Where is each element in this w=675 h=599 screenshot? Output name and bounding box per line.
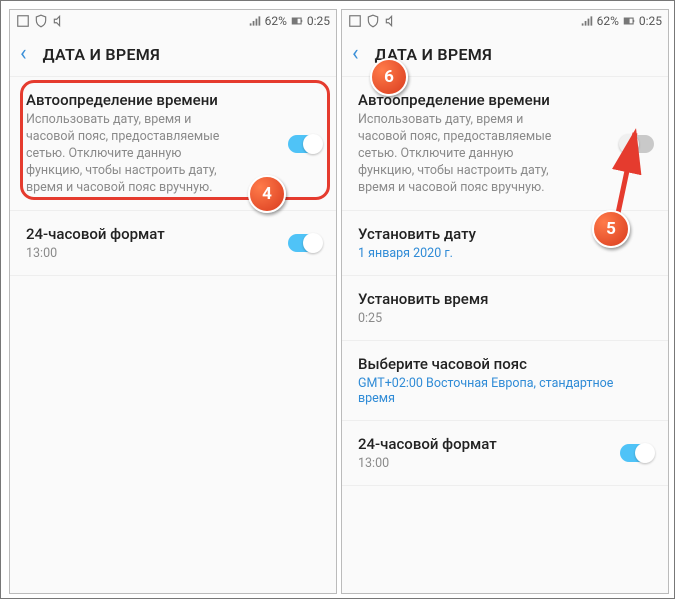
row-auto-time[interactable]: Автоопределение времени Использовать дат… [342, 77, 668, 211]
auto-time-title: Автоопределение времени [26, 91, 320, 109]
fmt24-value: 13:00 [358, 456, 652, 471]
page-title: ДАТА И ВРЕМЯ [43, 45, 160, 64]
fmt24-title: 24-часовой формат [26, 225, 320, 243]
auto-time-toggle[interactable] [620, 135, 654, 153]
shield-icon [366, 14, 380, 28]
screenshot-icon [16, 14, 30, 28]
phone-left: 62% 0:25 ‹ ДАТА И ВРЕМЯ Автоопределение … [9, 9, 337, 594]
clock-text: 0:25 [307, 14, 330, 28]
signal-icon [248, 14, 262, 28]
back-icon[interactable]: ‹ [352, 43, 359, 65]
set-time-value: 0:25 [358, 311, 652, 326]
auto-time-title: Автоопределение времени [358, 91, 652, 109]
screenshot-pair: 62% 0:25 ‹ ДАТА И ВРЕМЯ Автоопределение … [0, 0, 675, 599]
screenshot-icon [348, 14, 362, 28]
auto-time-desc: Использовать дату, время и часовой пояс,… [26, 112, 236, 196]
tz-value: GMT+02:00 Восточная Европа, стандартное … [358, 376, 652, 406]
callout-badge-5: 5 [592, 210, 630, 248]
callout-badge-4: 4 [248, 175, 286, 213]
shield-icon [34, 14, 48, 28]
battery-icon [290, 14, 304, 28]
signal-icon [580, 14, 594, 28]
battery-text: 62% [597, 14, 619, 28]
fmt24-toggle[interactable] [620, 444, 654, 462]
screen-header: ‹ ДАТА И ВРЕМЯ [10, 32, 336, 77]
fmt24-value: 13:00 [26, 246, 320, 261]
row-auto-time[interactable]: Автоопределение времени Использовать дат… [10, 77, 336, 211]
auto-time-desc: Использовать дату, время и часовой пояс,… [358, 112, 568, 196]
row-24h-format[interactable]: 24-часовой формат 13:00 [10, 211, 336, 276]
back-icon[interactable]: ‹ [20, 43, 27, 65]
fmt24-title: 24-часовой формат [358, 435, 652, 453]
fmt24-toggle[interactable] [288, 234, 322, 252]
speaker-icon [384, 14, 398, 28]
tz-title: Выберите часовой пояс [358, 355, 652, 373]
speaker-icon [52, 14, 66, 28]
status-bar: 62% 0:25 [10, 10, 336, 32]
set-time-title: Установить время [358, 290, 652, 308]
set-date-value: 1 января 2020 г. [358, 246, 652, 261]
row-set-time[interactable]: Установить время 0:25 [342, 276, 668, 341]
status-bar: 62% 0:25 [342, 10, 668, 32]
auto-time-toggle[interactable] [288, 135, 322, 153]
phone-right: 62% 0:25 ‹ ДАТА И ВРЕМЯ Автоопределение … [341, 9, 669, 594]
row-timezone[interactable]: Выберите часовой пояс GMT+02:00 Восточна… [342, 341, 668, 421]
callout-badge-6: 6 [370, 58, 408, 96]
battery-text: 62% [265, 14, 287, 28]
battery-icon [622, 14, 636, 28]
clock-text: 0:25 [639, 14, 662, 28]
row-24h-format[interactable]: 24-часовой формат 13:00 [342, 421, 668, 486]
